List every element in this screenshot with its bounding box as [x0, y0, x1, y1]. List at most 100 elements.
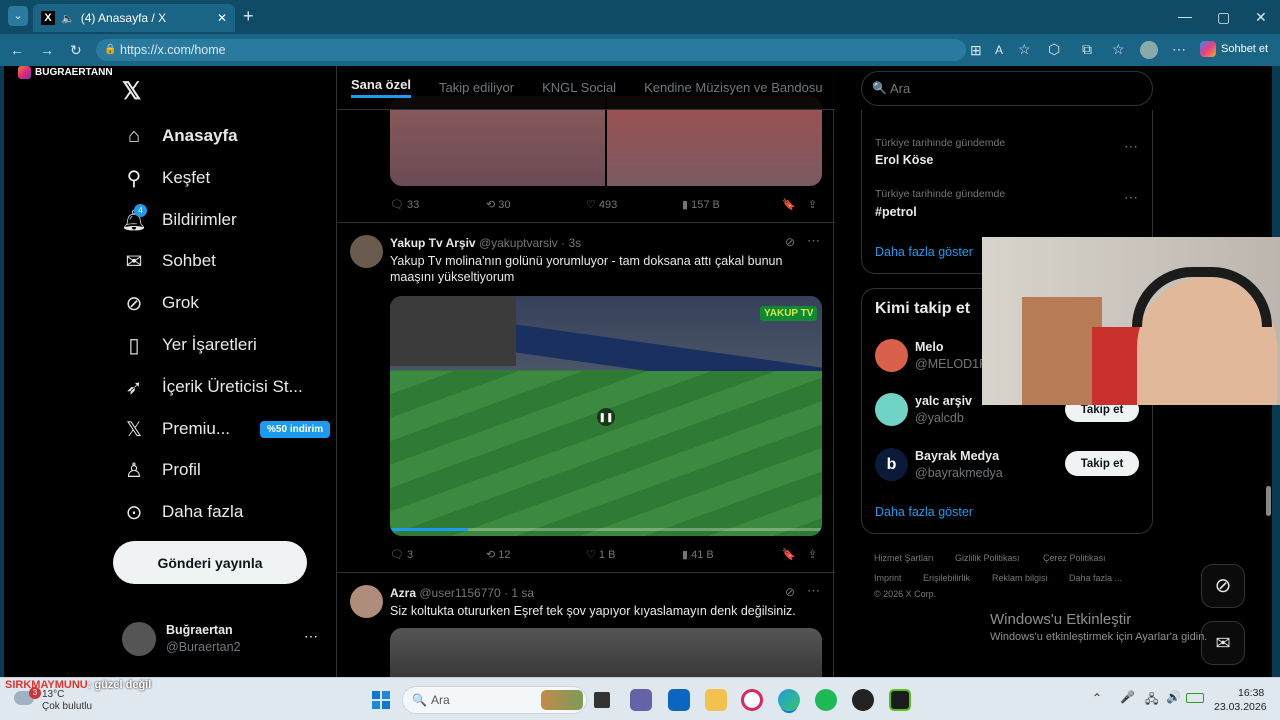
speaker-icon[interactable]: 🔈: [61, 12, 75, 25]
collections-icon[interactable]: ☆: [1112, 42, 1125, 56]
tab-actions-icon[interactable]: ⌄: [8, 6, 28, 26]
tab-kngl-social[interactable]: KNGL Social: [542, 80, 616, 95]
avatar[interactable]: b: [875, 448, 908, 481]
tweet-video[interactable]: YAKUP TV ❚❚: [390, 296, 822, 536]
tweet-author[interactable]: Yakup Tv Arşiv @yakuptvarsiv · 3s: [390, 236, 581, 250]
nav-item-person[interactable]: ♙ Profil: [122, 458, 201, 482]
post-button[interactable]: Gönderi yayınla: [113, 541, 307, 584]
tab-for-you[interactable]: Sana özel: [351, 77, 411, 98]
nav-item-grok[interactable]: ⊘ Grok: [122, 291, 199, 315]
maximize-icon[interactable]: ▢: [1217, 10, 1230, 24]
account-switcher[interactable]: Buğraertan @Buraertan2 ⋯: [122, 621, 328, 657]
avatar[interactable]: [350, 235, 383, 268]
opera-icon[interactable]: [741, 689, 763, 711]
taskbar-search[interactable]: 🔍 Ara: [402, 686, 587, 714]
teams-icon[interactable]: [630, 689, 652, 711]
read-aloud-icon[interactable]: A: [995, 43, 1003, 57]
microphone-icon[interactable]: 🎤: [1120, 690, 1135, 704]
nav-item-search[interactable]: ⚲ Keşfet: [122, 166, 211, 190]
favorite-icon[interactable]: ☆: [1018, 42, 1031, 56]
footer-link[interactable]: Hizmet Şartları: [874, 553, 934, 563]
bookmark-icon[interactable]: 🔖: [782, 548, 796, 561]
follow-button[interactable]: Takip et: [1065, 451, 1139, 476]
follow-name[interactable]: Bayrak Medya: [915, 449, 999, 463]
reply-button[interactable]: 🗨 3: [390, 548, 413, 561]
browser-tab[interactable]: X 🔈 (4) Anasayfa / X ✕: [33, 4, 235, 32]
tab-musician-band[interactable]: Kendine Müzisyen ve Bandosu: [644, 80, 823, 95]
copilot-chat-button[interactable]: Sohbet et: [1200, 41, 1268, 57]
tweet-image[interactable]: [390, 628, 822, 677]
tweet-author[interactable]: Azra @user1156770 · 1 sa: [390, 586, 534, 600]
avatar[interactable]: [350, 585, 383, 618]
tray-overflow-icon[interactable]: ⌃: [1092, 691, 1102, 705]
more-icon[interactable]: ⋯: [807, 583, 820, 599]
grok-icon[interactable]: ⊘: [785, 235, 795, 249]
trend-more-icon[interactable]: ⋯: [1124, 189, 1139, 206]
avatar[interactable]: [875, 393, 908, 426]
profile-icon[interactable]: [1140, 41, 1158, 59]
new-tab-icon[interactable]: +: [243, 7, 254, 25]
weather-widget[interactable]: 3 13°C Çok bulutlu: [14, 687, 104, 717]
views-count[interactable]: ▮ 41 B: [682, 548, 714, 561]
nav-item-more-circle[interactable]: ⊙ Daha fazla: [122, 500, 244, 524]
show-more-link[interactable]: Daha fazla göster: [875, 245, 973, 259]
trend-more-icon[interactable]: ⋯: [1124, 138, 1139, 155]
spotify-icon[interactable]: [815, 689, 837, 711]
close-tab-icon[interactable]: ✕: [217, 11, 227, 25]
nav-item-home[interactable]: ⌂ Anasayfa: [122, 124, 238, 148]
steam-like-icon[interactable]: [852, 689, 874, 711]
refresh-icon[interactable]: ↻: [70, 43, 82, 57]
retweet-button[interactable]: ⟲ 12: [486, 548, 511, 561]
footer-link[interactable]: Erişilebilirlik: [923, 573, 970, 583]
edge-icon[interactable]: [778, 689, 800, 711]
tweet[interactable]: Yakup Tv Arşiv @yakuptvarsiv · 3s ⊘ ⋯ Ya…: [337, 223, 835, 573]
menu-icon[interactable]: ⋯: [1172, 42, 1186, 56]
grok-float-button[interactable]: ⊘: [1201, 564, 1245, 608]
clock-time[interactable]: 16:38: [1238, 687, 1264, 699]
clock-date[interactable]: 23.03.2026: [1214, 701, 1267, 713]
video-progress-bar[interactable]: [390, 528, 822, 531]
share-icon[interactable]: ⇪: [808, 198, 817, 211]
show-more-link[interactable]: Daha fazla göster: [875, 505, 973, 519]
volume-icon[interactable]: 🔊: [1166, 690, 1181, 704]
reply-button[interactable]: 🗨 33: [390, 198, 419, 211]
share-icon[interactable]: ⇪: [808, 548, 817, 561]
follow-name[interactable]: yalc arşiv: [915, 394, 972, 408]
forward-icon[interactable]: →: [40, 43, 54, 57]
file-explorer-icon[interactable]: [705, 689, 727, 711]
nav-item-bookmark[interactable]: ▯ Yer İşaretleri: [122, 333, 256, 357]
pause-icon[interactable]: ❚❚: [597, 408, 615, 426]
footer-link[interactable]: Daha fazla ...: [1069, 573, 1122, 583]
grok-icon[interactable]: ⊘: [785, 585, 795, 599]
task-view-icon[interactable]: [594, 692, 610, 708]
scrollbar[interactable]: [1266, 486, 1271, 516]
back-icon[interactable]: ←: [10, 43, 24, 57]
views-count[interactable]: ▮ 157 B: [682, 198, 720, 211]
store-icon[interactable]: [668, 689, 690, 711]
nav-item-x-logo[interactable]: 𝕏 Premiu... %50 indirim: [122, 417, 331, 441]
extensions-icon[interactable]: ⬡: [1048, 42, 1060, 56]
nav-item-mail[interactable]: ✉ Sohbet: [122, 249, 216, 273]
avatar[interactable]: [875, 339, 908, 372]
close-window-icon[interactable]: ✕: [1255, 10, 1267, 24]
search-input[interactable]: 🔍 Ara: [861, 71, 1153, 106]
more-icon[interactable]: ⋯: [807, 233, 820, 249]
retweet-button[interactable]: ⟲ 30: [486, 198, 511, 211]
footer-link[interactable]: Reklam bilgisi: [992, 573, 1048, 583]
nav-item-bell[interactable]: 🔔︎ 4 Bildirimler: [121, 204, 237, 232]
split-icon[interactable]: ⧉: [1082, 42, 1092, 56]
url-field[interactable]: 🔒 https://x.com/home: [96, 39, 966, 61]
follow-name[interactable]: Melo: [915, 340, 943, 354]
network-icon[interactable]: 🖧: [1145, 690, 1158, 711]
nav-item-rocket[interactable]: ➶ İçerik Üreticisi St...: [122, 375, 303, 399]
like-button[interactable]: ♡ 493: [586, 198, 617, 211]
more-icon[interactable]: ⋯: [304, 628, 318, 645]
bookmark-icon[interactable]: 🔖: [782, 198, 796, 211]
tab-following[interactable]: Takip ediliyor: [439, 80, 514, 95]
battery-icon[interactable]: [1186, 693, 1204, 703]
start-icon[interactable]: [372, 691, 390, 709]
footer-link[interactable]: Gizlilik Politikası: [955, 553, 1020, 563]
minimize-icon[interactable]: —: [1178, 9, 1192, 23]
footer-link[interactable]: Imprint: [874, 573, 902, 583]
trend-name[interactable]: #petrol: [875, 205, 917, 219]
